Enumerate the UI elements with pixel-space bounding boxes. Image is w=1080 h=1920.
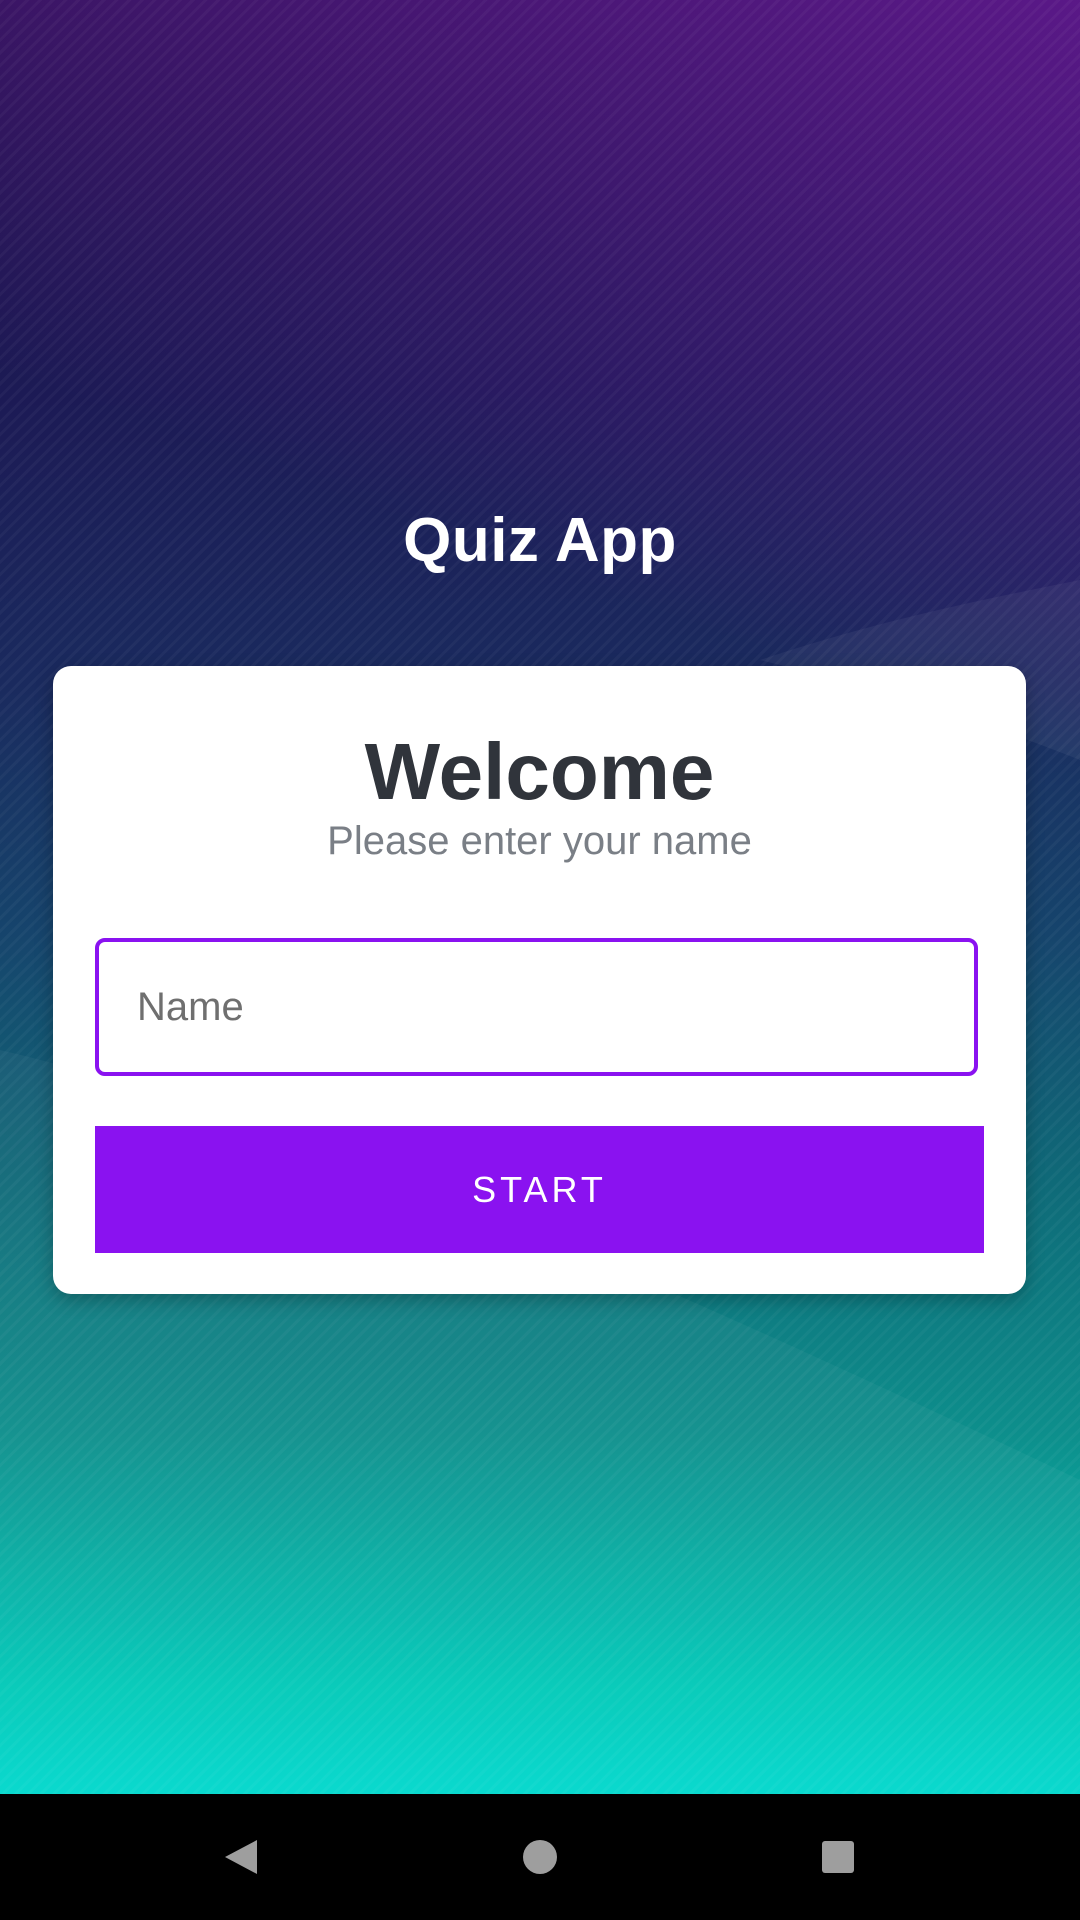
name-prompt-subtitle: Please enter your name [327,819,752,863]
back-triangle-icon [225,1840,257,1874]
nav-recents-button[interactable] [805,1824,871,1890]
app-screen: Quiz App Welcome Please enter your name … [0,0,1080,1920]
welcome-heading: Welcome [364,727,715,816]
welcome-card: Welcome Please enter your name START [53,666,1026,1294]
name-input[interactable] [95,938,978,1076]
nav-home-button[interactable] [507,1824,573,1890]
recents-square-icon [822,1841,854,1873]
nav-back-button[interactable] [208,1824,274,1890]
system-navigation-bar [0,1794,1080,1920]
home-circle-icon [523,1840,557,1874]
app-title: Quiz App [403,506,677,575]
start-button[interactable]: START [95,1126,984,1253]
